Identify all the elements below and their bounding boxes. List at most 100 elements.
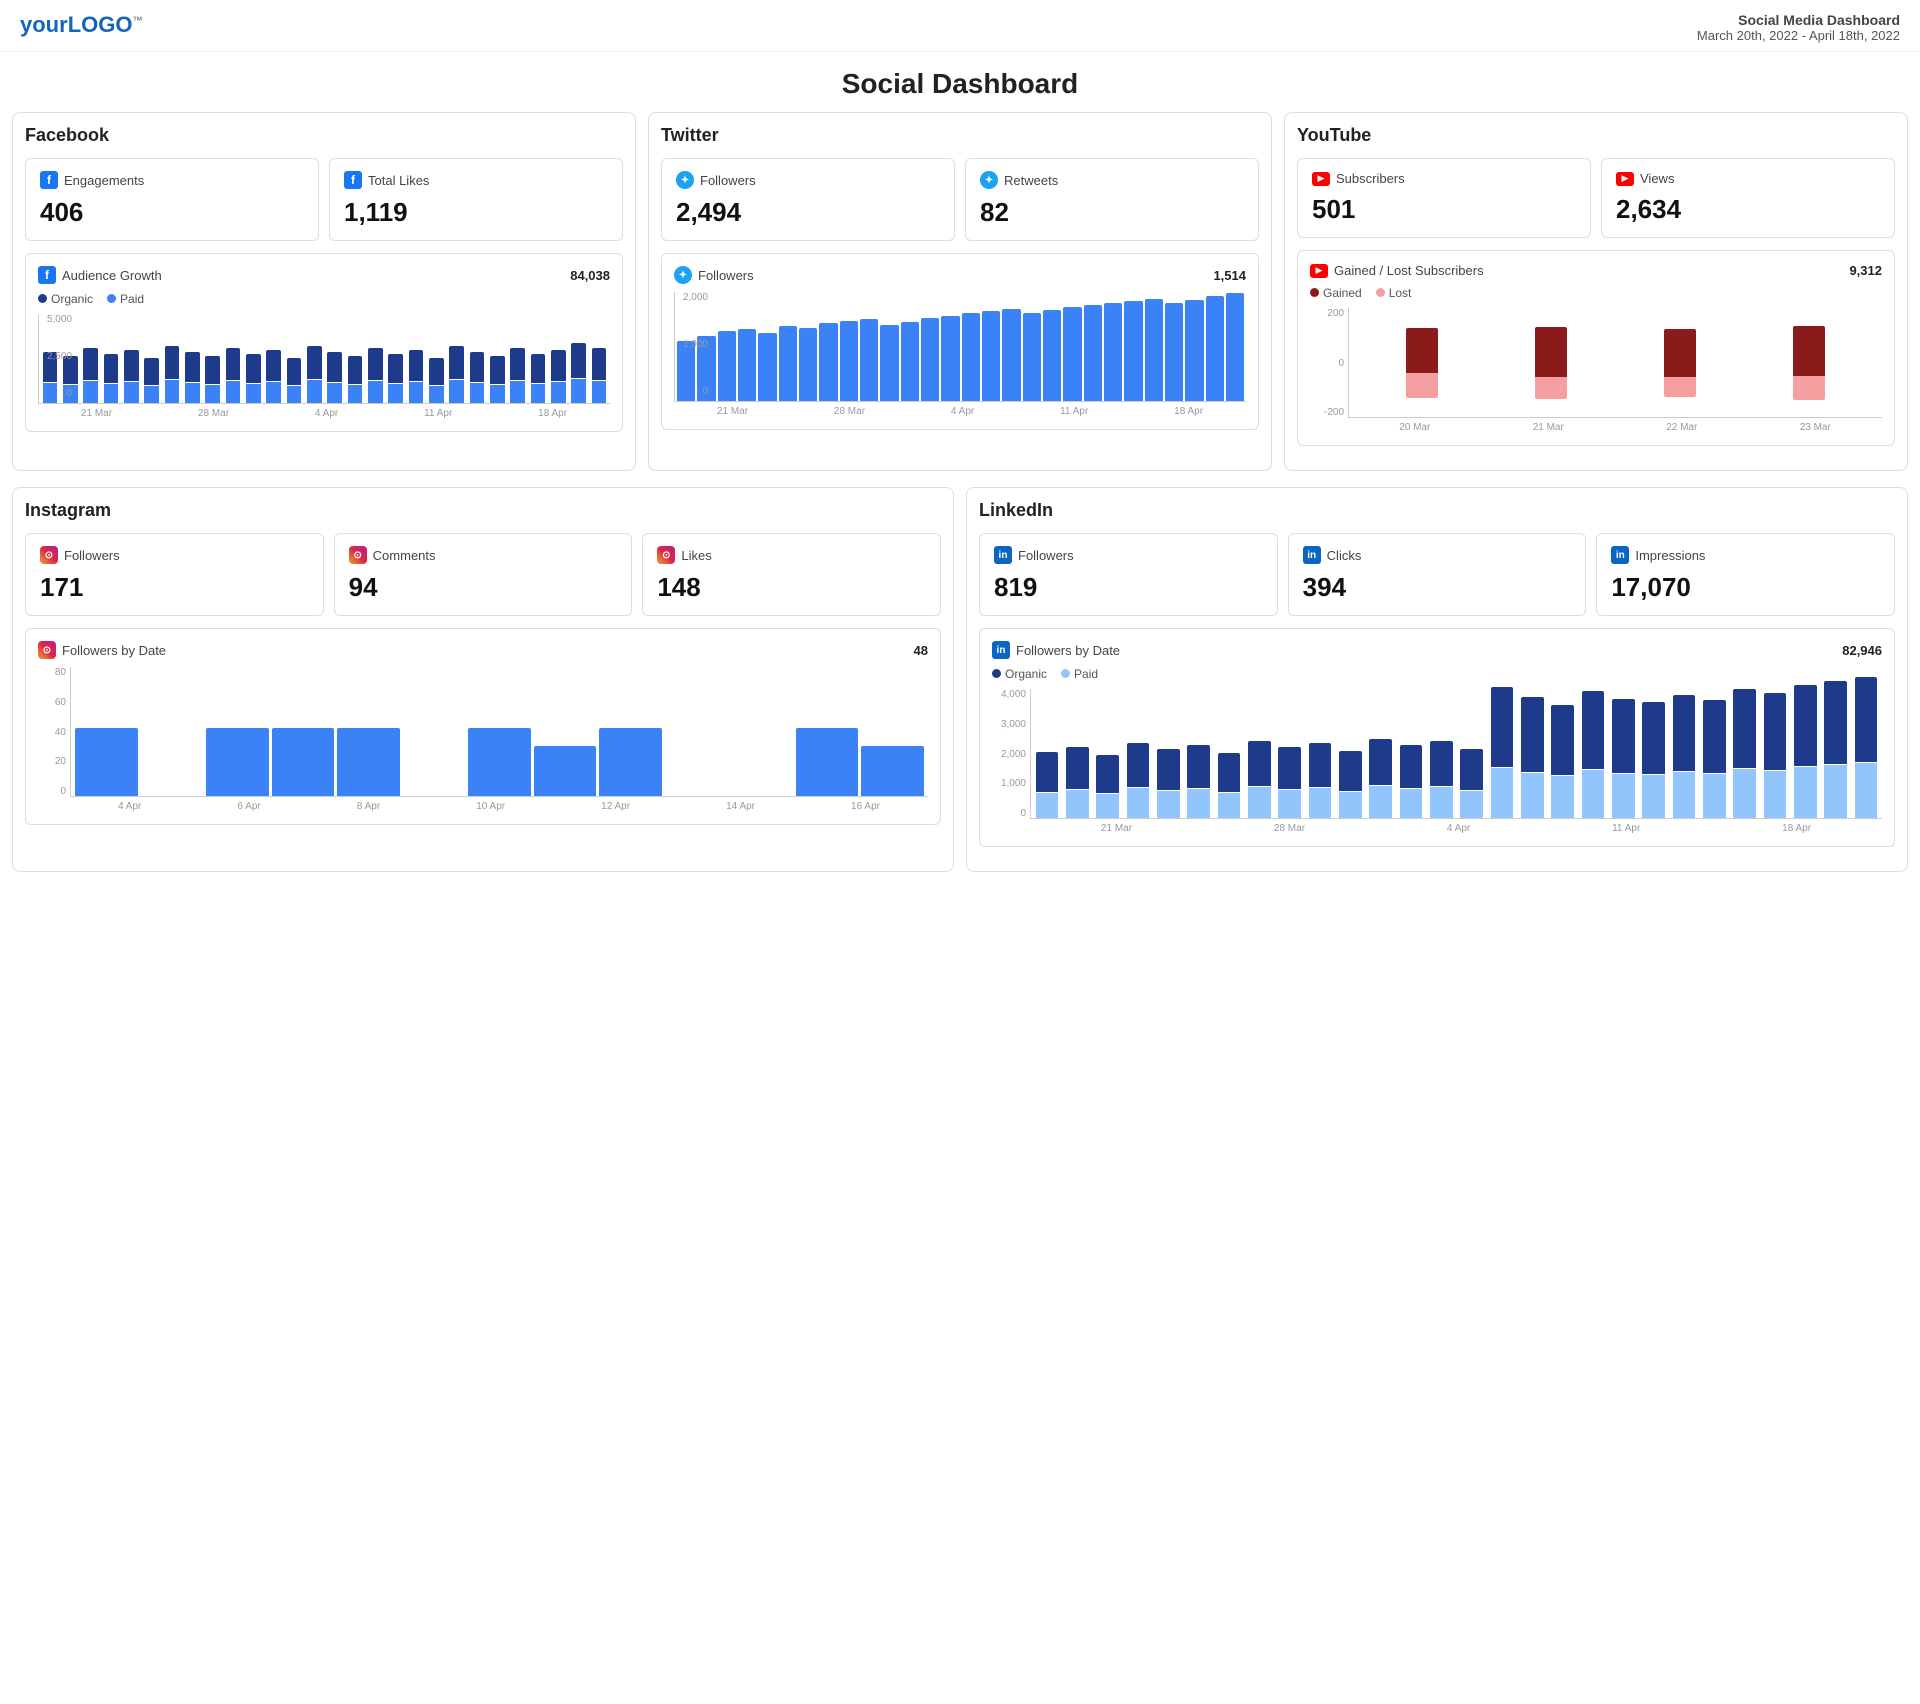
- instagram-comments-card: ⊙ Comments 94: [334, 533, 633, 616]
- twitter-chart-icon: ✦: [674, 266, 692, 284]
- instagram-followers-card: ⊙ Followers 171: [25, 533, 324, 616]
- instagram-bars: [70, 667, 928, 797]
- instagram-icon-2: ⊙: [349, 546, 367, 564]
- twitter-followers-card: ✦ Followers 2,494: [661, 158, 955, 241]
- youtube-bars: [1348, 308, 1882, 418]
- facebook-bars: [38, 314, 610, 404]
- youtube-legend-lost: Lost: [1376, 286, 1412, 300]
- twitter-title: Twitter: [661, 125, 1259, 146]
- linkedin-clicks-card: in Clicks 394: [1288, 533, 1587, 616]
- youtube-chart-icon: ▶: [1310, 264, 1328, 278]
- facebook-legend-paid: Paid: [107, 292, 144, 306]
- youtube-chart-card: ▶ Gained / Lost Subscribers 9,312 Gained…: [1297, 250, 1895, 446]
- linkedin-impressions-label: in Impressions: [1611, 546, 1880, 564]
- youtube-chart-header: ▶ Gained / Lost Subscribers 9,312: [1310, 263, 1882, 278]
- facebook-likes-label: f Total Likes: [344, 171, 608, 189]
- instagram-x-labels: 4 Apr6 Apr8 Apr10 Apr12 Apr14 Apr16 Apr: [70, 801, 928, 812]
- youtube-chart: 2000-200: [1310, 308, 1882, 433]
- twitter-retweets-value: 82: [980, 197, 1244, 228]
- twitter-x-labels: 21 Mar28 Mar4 Apr11 Apr18 Apr: [674, 406, 1246, 417]
- twitter-icon: ✦: [676, 171, 694, 189]
- page-title: Social Dashboard: [0, 52, 1920, 112]
- facebook-y-labels: 5,0002,5000: [38, 314, 76, 399]
- facebook-icon-2: f: [344, 171, 362, 189]
- facebook-likes-card: f Total Likes 1,119: [329, 158, 623, 241]
- linkedin-followers-card: in Followers 819: [979, 533, 1278, 616]
- header-right: Social Media Dashboard March 20th, 2022 …: [1697, 12, 1900, 43]
- youtube-bar-group-2: [1533, 327, 1569, 399]
- linkedin-clicks-label: in Clicks: [1303, 546, 1572, 564]
- youtube-bar-group-4: [1791, 326, 1827, 400]
- twitter-chart-header: ✦ Followers 1,514: [674, 266, 1246, 284]
- linkedin-icon-2: in: [1303, 546, 1321, 564]
- logo-brand: LOGO: [68, 12, 133, 37]
- instagram-chart-title: ⊙ Followers by Date: [38, 641, 166, 659]
- youtube-subscribers-card: ▶ Subscribers 501: [1297, 158, 1591, 238]
- instagram-likes-label: ⊙ Likes: [657, 546, 926, 564]
- youtube-chart-title: ▶ Gained / Lost Subscribers: [1310, 263, 1484, 278]
- twitter-bars: [674, 292, 1246, 402]
- facebook-legend: Organic Paid: [38, 292, 610, 306]
- youtube-metrics: ▶ Subscribers 501 ▶ Views 2,634: [1297, 158, 1895, 238]
- top-section: Facebook f Engagements 406 f Total Likes…: [12, 112, 1908, 471]
- youtube-section: YouTube ▶ Subscribers 501 ▶ Views 2,634: [1284, 112, 1908, 471]
- twitter-icon-2: ✦: [980, 171, 998, 189]
- facebook-chart-title: f Audience Growth: [38, 266, 162, 284]
- youtube-bar-group-1: [1404, 328, 1440, 398]
- logo-text-your: your: [20, 12, 68, 37]
- instagram-icon: ⊙: [40, 546, 58, 564]
- instagram-chart-header: ⊙ Followers by Date 48: [38, 641, 928, 659]
- twitter-chart-total: 1,514: [1213, 268, 1246, 283]
- logo: yourLOGO™: [20, 12, 142, 38]
- youtube-views-value: 2,634: [1616, 194, 1880, 225]
- facebook-engagements-card: f Engagements 406: [25, 158, 319, 241]
- linkedin-impressions-value: 17,070: [1611, 572, 1880, 603]
- facebook-chart-icon: f: [38, 266, 56, 284]
- linkedin-followers-label: in Followers: [994, 546, 1263, 564]
- linkedin-chart-icon: in: [992, 641, 1010, 659]
- instagram-likes-card: ⊙ Likes 148: [642, 533, 941, 616]
- linkedin-title: LinkedIn: [979, 500, 1895, 521]
- linkedin-followers-value: 819: [994, 572, 1263, 603]
- linkedin-chart-header: in Followers by Date 82,946: [992, 641, 1882, 659]
- instagram-comments-value: 94: [349, 572, 618, 603]
- linkedin-icon: in: [994, 546, 1012, 564]
- linkedin-chart-total: 82,946: [1842, 643, 1882, 658]
- twitter-section: Twitter ✦ Followers 2,494 ✦ Retweets 82: [648, 112, 1272, 471]
- facebook-chart-header: f Audience Growth 84,038: [38, 266, 610, 284]
- instagram-title: Instagram: [25, 500, 941, 521]
- instagram-followers-value: 171: [40, 572, 309, 603]
- facebook-chart-total: 84,038: [570, 268, 610, 283]
- linkedin-clicks-value: 394: [1303, 572, 1572, 603]
- twitter-followers-label: ✦ Followers: [676, 171, 940, 189]
- facebook-chart-card: f Audience Growth 84,038 Organic Paid 5,…: [25, 253, 623, 432]
- twitter-chart-card: ✦ Followers 1,514 2,0001,0000: [661, 253, 1259, 430]
- instagram-chart-card: ⊙ Followers by Date 48 806040200: [25, 628, 941, 825]
- instagram-chart-total: 48: [914, 643, 928, 658]
- twitter-retweets-label: ✦ Retweets: [980, 171, 1244, 189]
- instagram-chart: 806040200 4 Apr6 Apr8 Apr10 Apr12 Apr14 …: [38, 667, 928, 812]
- header: yourLOGO™ Social Media Dashboard March 2…: [0, 0, 1920, 52]
- youtube-legend-gained: Gained: [1310, 286, 1362, 300]
- instagram-chart-icon: ⊙: [38, 641, 56, 659]
- main-content: Facebook f Engagements 406 f Total Likes…: [0, 112, 1920, 908]
- linkedin-metrics: in Followers 819 in Clicks 394 in Impres: [979, 533, 1895, 616]
- facebook-engagements-label: f Engagements: [40, 171, 304, 189]
- youtube-icon: ▶: [1312, 172, 1330, 186]
- facebook-likes-value: 1,119: [344, 197, 608, 228]
- instagram-likes-value: 148: [657, 572, 926, 603]
- linkedin-chart-card: in Followers by Date 82,946 Organic Paid…: [979, 628, 1895, 847]
- facebook-legend-organic: Organic: [38, 292, 93, 306]
- linkedin-x-labels: 21 Mar28 Mar4 Apr11 Apr18 Apr: [1030, 823, 1882, 834]
- youtube-x-labels: 20 Mar21 Mar22 Mar23 Mar: [1348, 422, 1882, 433]
- facebook-icon: f: [40, 171, 58, 189]
- instagram-followers-label: ⊙ Followers: [40, 546, 309, 564]
- bottom-section: Instagram ⊙ Followers 171 ⊙ Comments 94: [12, 487, 1908, 888]
- instagram-icon-3: ⊙: [657, 546, 675, 564]
- linkedin-section: LinkedIn in Followers 819 in Clicks 394: [966, 487, 1908, 872]
- youtube-subscribers-label: ▶ Subscribers: [1312, 171, 1576, 186]
- youtube-views-label: ▶ Views: [1616, 171, 1880, 186]
- facebook-section: Facebook f Engagements 406 f Total Likes…: [12, 112, 636, 471]
- facebook-title: Facebook: [25, 125, 623, 146]
- linkedin-bars: [1030, 689, 1882, 819]
